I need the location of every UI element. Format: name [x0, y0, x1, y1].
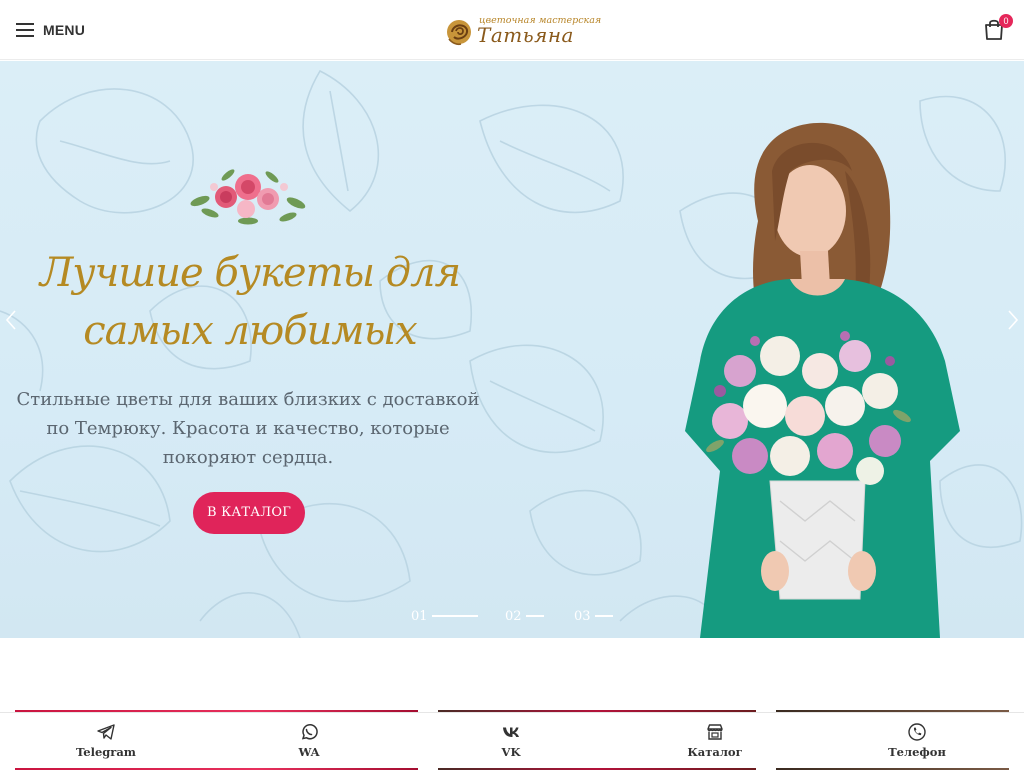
slide-indicator-1[interactable]: 01 [411, 607, 478, 625]
hero-title: Лучшие букеты для самых любимых [39, 250, 461, 354]
menu-label: MENU [43, 22, 86, 38]
site-header: MENU цветочная мастерская Татьяна 0 [0, 0, 1024, 60]
cart-count-badge: 0 [999, 14, 1013, 28]
slide-line [525, 615, 544, 617]
site-logo[interactable]: цветочная мастерская Татьяна [443, 13, 601, 49]
slide-indicator-2[interactable]: 02 [505, 607, 544, 625]
logo-text: цветочная мастерская Татьяна [477, 13, 601, 49]
hero-woman-with-bouquet-image [685, 122, 960, 638]
slide-line [594, 615, 613, 617]
store-icon [707, 724, 723, 740]
nav-label: Каталог [687, 745, 743, 759]
vk-icon [503, 727, 519, 737]
nav-label: WA [298, 745, 320, 759]
slide-line [431, 615, 478, 617]
catalog-button[interactable]: В КАТАЛОГ [193, 492, 305, 534]
cart-button[interactable]: 0 [984, 14, 1013, 42]
mobile-bottom-nav: Telegram WA VK Каталог Телефон [0, 712, 1024, 768]
logo-name: Татьяна [477, 23, 574, 47]
nav-telegram[interactable]: Telegram [56, 723, 156, 759]
rose-logo-icon [447, 20, 471, 46]
menu-button[interactable]: MENU [16, 18, 85, 42]
slider-prev-arrow[interactable] [4, 309, 18, 331]
whatsapp-icon [301, 724, 318, 740]
phone-icon [908, 723, 926, 741]
nav-phone[interactable]: Телефон [867, 723, 967, 759]
slide-number: 01 [411, 608, 428, 624]
slide-number: 02 [505, 608, 522, 624]
nav-label: Telegram [76, 745, 136, 759]
nav-label: Телефон [888, 745, 946, 759]
nav-whatsapp[interactable]: WA [259, 723, 359, 759]
slide-number: 03 [574, 608, 591, 624]
nav-vk[interactable]: VK [461, 723, 561, 759]
slide-indicator-3[interactable]: 03 [574, 607, 613, 625]
nav-label: VK [501, 745, 521, 759]
telegram-icon [97, 724, 115, 740]
hero-subtitle: Стильные цветы для ваших близких с доста… [16, 389, 480, 468]
hero-slider: Лучшие букеты для самых любимых Стильные… [0, 61, 1024, 638]
roses-decoration [190, 169, 306, 225]
nav-catalog[interactable]: Каталог [665, 723, 765, 759]
hamburger-icon [16, 23, 34, 37]
